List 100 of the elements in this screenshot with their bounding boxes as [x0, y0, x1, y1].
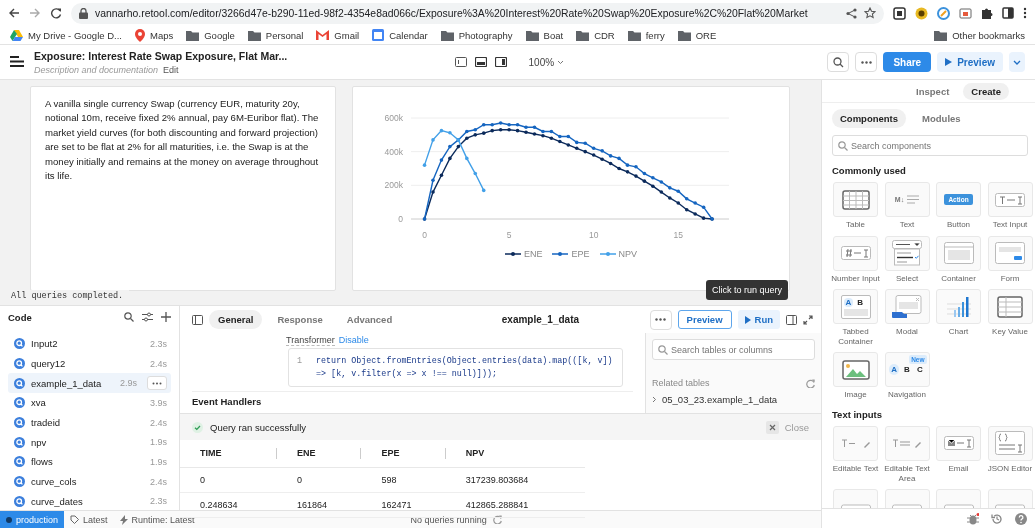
- bar-chart-icon: [945, 295, 972, 318]
- preview-dropdown-button[interactable]: [1009, 52, 1025, 72]
- panel-subtab[interactable]: Modules: [914, 109, 969, 128]
- address-bar[interactable]: vannarho.retool.com/editor/3266d47e-b290-11ed-98f2-4354e8ad066c/Exposure%3A%20Interest%20Rate%20Swap%20Exposure%2C%20Flat%20Market: [71, 2, 884, 24]
- component-tile[interactable]: [833, 425, 878, 461]
- component-tile[interactable]: [833, 182, 878, 217]
- puzzle-icon[interactable]: [981, 7, 993, 19]
- bookmark[interactable]: Google: [186, 29, 235, 41]
- disable-link[interactable]: Disable: [338, 335, 369, 346]
- filter-icon[interactable]: [142, 312, 153, 322]
- panel-tab[interactable]: Create: [963, 82, 1009, 100]
- refresh-icon[interactable]: [806, 378, 815, 388]
- panel-subtab[interactable]: Components: [832, 109, 907, 128]
- right-panel-toggle-icon[interactable]: [494, 57, 507, 67]
- panel-toggle-icon[interactable]: [786, 314, 797, 325]
- query-item[interactable]: query12 2.4s: [8, 353, 171, 374]
- panel-tab[interactable]: Inspect: [908, 82, 958, 100]
- more-button[interactable]: [855, 52, 878, 72]
- app-menu-icon[interactable]: [10, 56, 24, 68]
- component-tile[interactable]: [987, 182, 1033, 217]
- left-panel-toggle-icon[interactable]: [454, 57, 467, 67]
- component-tile[interactable]: [833, 352, 878, 388]
- bottom-panel-toggle-icon[interactable]: [474, 57, 487, 67]
- runtime-label[interactable]: Runtime: Latest: [113, 514, 201, 525]
- run-button[interactable]: Run: [737, 310, 780, 329]
- bookmark[interactable]: My Drive - Google D...: [10, 29, 122, 41]
- history-icon[interactable]: [991, 512, 1003, 525]
- component-tile[interactable]: [833, 235, 878, 271]
- close-icon: [768, 423, 776, 431]
- component-tile[interactable]: [884, 235, 930, 271]
- extension-icon[interactable]: [915, 6, 928, 20]
- column-header: EPE: [361, 440, 446, 467]
- code-editor[interactable]: 1 return Object.fromEntries(Object.entries(data).map(([k, v]) => [k, v.filter(x => x !== null)]));: [288, 348, 623, 388]
- star-icon[interactable]: [864, 7, 876, 19]
- bookmark[interactable]: Calendar: [372, 29, 428, 41]
- zoom-dropdown[interactable]: 100%: [528, 56, 565, 68]
- query-item[interactable]: flows 1.9s: [8, 452, 171, 472]
- share-icon[interactable]: [846, 7, 857, 19]
- plus-icon[interactable]: [161, 312, 171, 322]
- search-field[interactable]: Search tables or columns: [652, 339, 815, 360]
- back-icon[interactable]: [8, 7, 20, 19]
- query-icon: [14, 495, 25, 507]
- y-axis-tick: 200k: [384, 180, 730, 191]
- search-field[interactable]: Search components: [832, 135, 1028, 156]
- success-message: Query ran successfully: [210, 421, 308, 433]
- component-tile[interactable]: [987, 425, 1033, 461]
- sidebar-toggle-icon[interactable]: [192, 314, 203, 325]
- query-item[interactable]: Input2 2.3s: [8, 334, 171, 354]
- more-button[interactable]: [649, 309, 672, 330]
- bookmark[interactable]: Boat: [525, 29, 564, 41]
- reload-icon[interactable]: [50, 7, 62, 19]
- query-item[interactable]: xva 3.9s: [8, 393, 171, 413]
- menu-icon[interactable]: [1023, 7, 1027, 19]
- bookmark[interactable]: Photography: [440, 29, 513, 41]
- x-axis-label: 15: [673, 230, 683, 240]
- table-cell: 0: [277, 467, 362, 492]
- bookmark[interactable]: ferry: [627, 29, 665, 41]
- search-button[interactable]: [827, 52, 850, 72]
- editor-tab[interactable]: General: [209, 310, 263, 329]
- more-button[interactable]: [147, 376, 167, 391]
- editor-tab[interactable]: Response: [268, 310, 332, 329]
- editable-text-icon: [840, 438, 871, 449]
- icon-letter: C: [915, 364, 924, 376]
- version-label[interactable]: Latest: [64, 514, 114, 525]
- component-tile[interactable]: [884, 289, 930, 325]
- query-item[interactable]: npv 1.9s: [8, 432, 171, 453]
- component-tile[interactable]: [987, 235, 1033, 271]
- component-tile[interactable]: [936, 425, 981, 461]
- component-tile[interactable]: [936, 289, 981, 325]
- bookmark[interactable]: Personal: [247, 29, 304, 41]
- forward-icon[interactable]: [29, 7, 41, 19]
- component-tile[interactable]: A B: [833, 289, 878, 325]
- query-item[interactable]: curve_cols 2.4s: [8, 471, 171, 492]
- bookmark[interactable]: Gmail: [316, 29, 360, 41]
- section-title: Commonly used: [832, 165, 907, 176]
- modal-icon: [892, 294, 922, 319]
- preview-button[interactable]: Preview: [677, 310, 732, 329]
- component-tile[interactable]: [884, 425, 930, 461]
- component-tile[interactable]: [936, 235, 981, 271]
- table-tree-item[interactable]: 05_03_23.example_1_data: [652, 394, 815, 405]
- query-item[interactable]: curve_dates 2.3s: [8, 491, 171, 510]
- sidebar-icon[interactable]: [1002, 7, 1014, 19]
- query-item[interactable]: tradeid 2.4s: [8, 412, 171, 433]
- bookmark[interactable]: Other bookmarks: [934, 29, 1025, 41]
- editor-tab[interactable]: Advanced: [337, 310, 402, 329]
- dropdown-icon: [892, 240, 922, 267]
- share-button[interactable]: Share: [883, 52, 932, 72]
- help-icon[interactable]: [1015, 512, 1027, 525]
- bookmark[interactable]: Maps: [134, 28, 174, 42]
- expand-icon[interactable]: [803, 314, 813, 325]
- y-tick-label: 400k: [384, 146, 404, 157]
- bookmark[interactable]: CDR: [576, 29, 615, 41]
- search-icon[interactable]: [124, 312, 134, 322]
- query-item[interactable]: example_1_data 2.9s: [8, 373, 171, 394]
- bookmark[interactable]: ORE: [677, 29, 717, 41]
- environment-badge[interactable]: production: [0, 510, 65, 528]
- edit-link[interactable]: Edit: [163, 64, 179, 75]
- component-tile[interactable]: [987, 289, 1033, 325]
- extension-icon[interactable]: [893, 6, 906, 20]
- preview-button[interactable]: Preview: [937, 52, 1003, 72]
